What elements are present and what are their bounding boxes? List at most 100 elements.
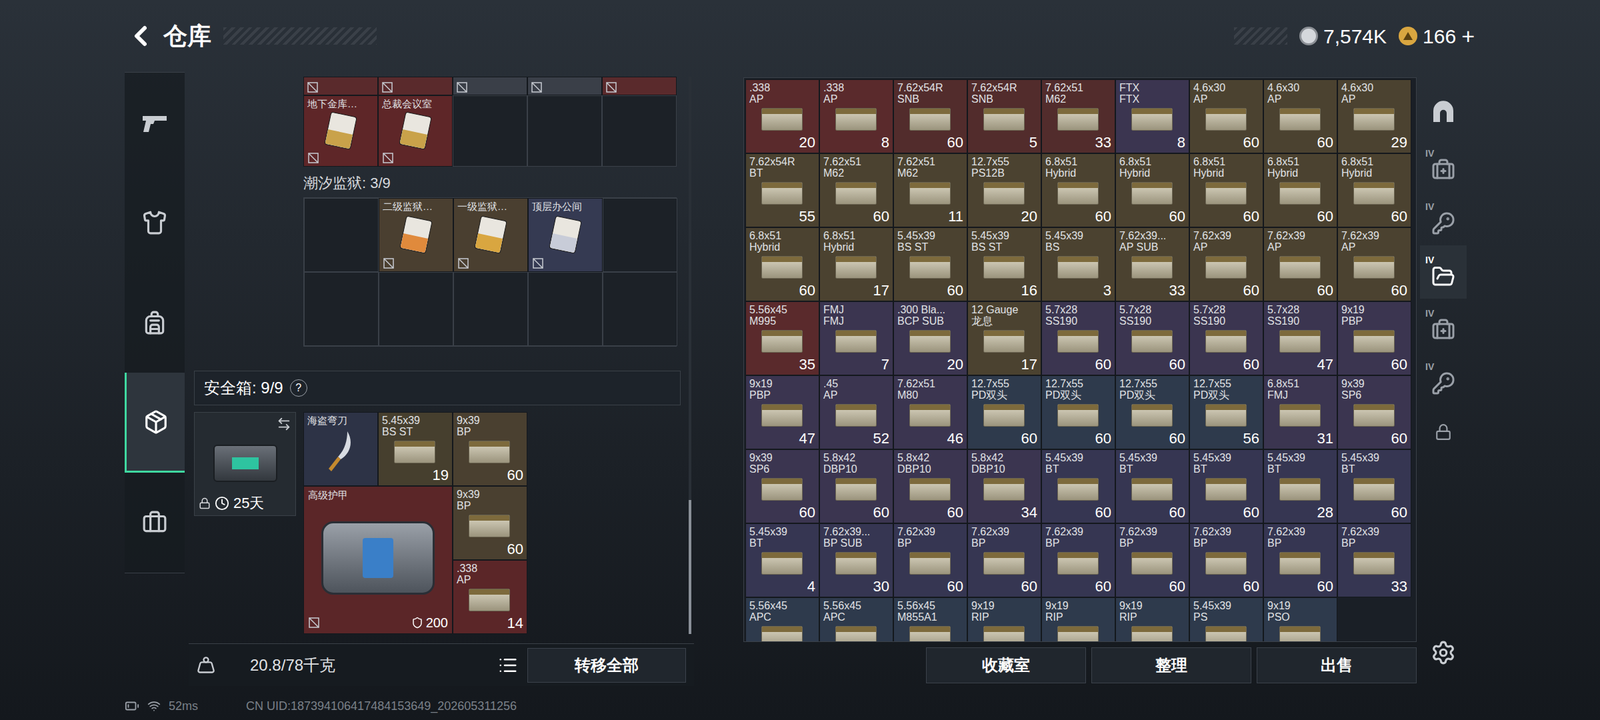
- category-tab[interactable]: [124, 472, 185, 573]
- key-slot[interactable]: [378, 76, 453, 96]
- category-tab[interactable]: [124, 372, 185, 473]
- ammo-item[interactable]: 9x39SP660: [1337, 375, 1412, 450]
- ammo-item[interactable]: 5.56x45APC: [745, 597, 820, 642]
- knife-item[interactable]: 海盗弯刀: [303, 412, 378, 486]
- stash-filter[interactable]: IV: [1420, 138, 1467, 192]
- ammo-item[interactable]: 12.7x55PD双头60: [1115, 375, 1190, 450]
- ammo-item[interactable]: 6.8x51Hybrid60: [1041, 153, 1116, 228]
- transfer-all-button[interactable]: 转移全部: [527, 648, 686, 683]
- ammo-item[interactable]: .300 Bla...BCP SUB20: [893, 301, 968, 376]
- ammo-item[interactable]: 5.45x39BT60: [1115, 449, 1190, 524]
- ammo-item[interactable]: 7.62x39BP33: [1337, 523, 1412, 598]
- ammo-item[interactable]: 5.56x45APC: [819, 597, 894, 642]
- ammo-item[interactable]: 9x39BP60: [452, 486, 528, 560]
- ammo-item[interactable]: 7.62x54RBT55: [745, 153, 820, 228]
- stash-filter[interactable]: [1420, 85, 1467, 139]
- ammo-item[interactable]: 7.62x39BP60: [1189, 523, 1264, 598]
- category-tab[interactable]: [124, 172, 185, 273]
- category-tab[interactable]: [124, 72, 185, 173]
- stash-filter[interactable]: [1420, 405, 1467, 459]
- safe-box-case[interactable]: 25天: [194, 412, 296, 516]
- stash-filter[interactable]: IV: [1420, 298, 1467, 352]
- ammo-item[interactable]: 5.8x42DBP1034: [967, 449, 1042, 524]
- key-card[interactable]: 一级监狱…: [453, 198, 528, 272]
- key-card[interactable]: 二级监狱…: [378, 198, 454, 272]
- ammo-item[interactable]: 5.7x28SS19060: [1041, 301, 1116, 376]
- ammo-item[interactable]: 7.62x39AP60: [1263, 227, 1338, 302]
- ammo-item[interactable]: 5.45x39BS ST16: [967, 227, 1042, 302]
- key-slot[interactable]: [452, 76, 528, 96]
- ammo-item[interactable]: 9x19RIP: [1115, 597, 1190, 642]
- stash-filter[interactable]: IV: [1420, 352, 1467, 406]
- ammo-item[interactable]: 5.56x45M855A1: [893, 597, 968, 642]
- ammo-item[interactable]: 9x39BP60: [452, 412, 528, 486]
- ammo-item[interactable]: 7.62x39BP60: [893, 523, 968, 598]
- ammo-item[interactable]: 9x19PSO: [1263, 597, 1338, 642]
- ammo-item[interactable]: 5.45x39BS ST19: [378, 412, 453, 486]
- key-card[interactable]: 顶层办公间: [528, 198, 603, 272]
- key-slot[interactable]: [527, 76, 602, 96]
- ammo-item[interactable]: 9x19PBP60: [1337, 301, 1412, 376]
- ammo-item[interactable]: .338AP20: [745, 79, 820, 154]
- ammo-item[interactable]: 6.8x51Hybrid60: [1337, 153, 1412, 228]
- ammo-item[interactable]: 12 Gauge龙息17: [967, 301, 1042, 376]
- ammo-item[interactable]: 7.62x51M8046: [893, 375, 968, 450]
- ammo-item[interactable]: 5.45x39BT60: [1041, 449, 1116, 524]
- ammo-item[interactable]: 6.8x51Hybrid60: [745, 227, 820, 302]
- category-tab[interactable]: [124, 272, 185, 373]
- ammo-item[interactable]: 7.62x51M6233: [1041, 79, 1116, 154]
- armor-item[interactable]: 高级护甲200: [303, 486, 453, 634]
- ammo-item[interactable]: 5.45x39BT60: [1337, 449, 1412, 524]
- ammo-item[interactable]: 5.8x42DBP1060: [819, 449, 894, 524]
- settings-icon[interactable]: [1430, 640, 1456, 666]
- stash-filter[interactable]: IV: [1420, 245, 1467, 299]
- ammo-item[interactable]: 9x19RIP: [967, 597, 1042, 642]
- ammo-item[interactable]: 7.62x39BP60: [1263, 523, 1338, 598]
- key-slot[interactable]: [303, 76, 378, 96]
- ammo-item[interactable]: 7.62x51M6211: [893, 153, 968, 228]
- back-icon[interactable]: [124, 20, 157, 52]
- scrollbar[interactable]: [688, 76, 692, 634]
- ammo-item[interactable]: 5.45x39BT60: [1189, 449, 1264, 524]
- add-currency-button[interactable]: +: [1461, 24, 1475, 48]
- ammo-item[interactable]: 5.45x39BT28: [1263, 449, 1338, 524]
- ammo-item[interactable]: 7.62x39AP60: [1189, 227, 1264, 302]
- ammo-item[interactable]: FMJFMJ7: [819, 301, 894, 376]
- ammo-item[interactable]: 9x19RIP: [1041, 597, 1116, 642]
- ammo-item[interactable]: 5.56x45M99535: [745, 301, 820, 376]
- ammo-item[interactable]: 6.8x51Hybrid17: [819, 227, 894, 302]
- ammo-item[interactable]: 5.8x42DBP1060: [893, 449, 968, 524]
- ammo-item[interactable]: 12.7x55PD双头56: [1189, 375, 1264, 450]
- ammo-item[interactable]: 12.7x55PD双头60: [967, 375, 1042, 450]
- ammo-item[interactable]: 6.8x51Hybrid60: [1115, 153, 1190, 228]
- list-icon[interactable]: [498, 655, 518, 676]
- ammo-item[interactable]: 7.62x39...AP SUB33: [1115, 227, 1190, 302]
- stash-button[interactable]: 出售: [1256, 647, 1417, 684]
- ammo-item[interactable]: 9x19PBP47: [745, 375, 820, 450]
- ammo-item[interactable]: 7.62x51M6260: [819, 153, 894, 228]
- ammo-item[interactable]: 7.62x54RSNB60: [893, 79, 968, 154]
- ammo-item[interactable]: 12.7x55PS12B20: [967, 153, 1042, 228]
- ammo-item[interactable]: 7.62x39BP60: [1041, 523, 1116, 598]
- help-button[interactable]: ?: [290, 379, 308, 397]
- ammo-item[interactable]: 7.62x39...BP SUB30: [819, 523, 894, 598]
- stash-filter[interactable]: IV: [1420, 192, 1467, 246]
- ammo-item[interactable]: 5.45x39BS3: [1041, 227, 1116, 302]
- ammo-item[interactable]: 5.45x39BT4: [745, 523, 820, 598]
- ammo-item[interactable]: .338AP8: [819, 79, 894, 154]
- ammo-item[interactable]: 7.62x39BP60: [967, 523, 1042, 598]
- ammo-item[interactable]: 6.8x51Hybrid60: [1189, 153, 1264, 228]
- key-card[interactable]: 总裁会议室: [378, 95, 453, 167]
- ammo-item[interactable]: 6.8x51Hybrid60: [1263, 153, 1338, 228]
- swap-icon[interactable]: [276, 416, 292, 432]
- ammo-item[interactable]: 7.62x54RSNB5: [967, 79, 1042, 154]
- ammo-item[interactable]: .45AP52: [819, 375, 894, 450]
- key-slot[interactable]: [602, 76, 677, 96]
- stash-button[interactable]: 收藏室: [926, 647, 1086, 684]
- scrollbar-thumb[interactable]: [688, 500, 692, 634]
- ammo-item[interactable]: 7.62x39BP60: [1115, 523, 1190, 598]
- ammo-item[interactable]: 9x39SP660: [745, 449, 820, 524]
- ammo-item[interactable]: 4.6x30AP60: [1189, 79, 1264, 154]
- ammo-item[interactable]: 6.8x51FMJ31: [1263, 375, 1338, 450]
- ammo-item[interactable]: 4.6x30AP60: [1263, 79, 1338, 154]
